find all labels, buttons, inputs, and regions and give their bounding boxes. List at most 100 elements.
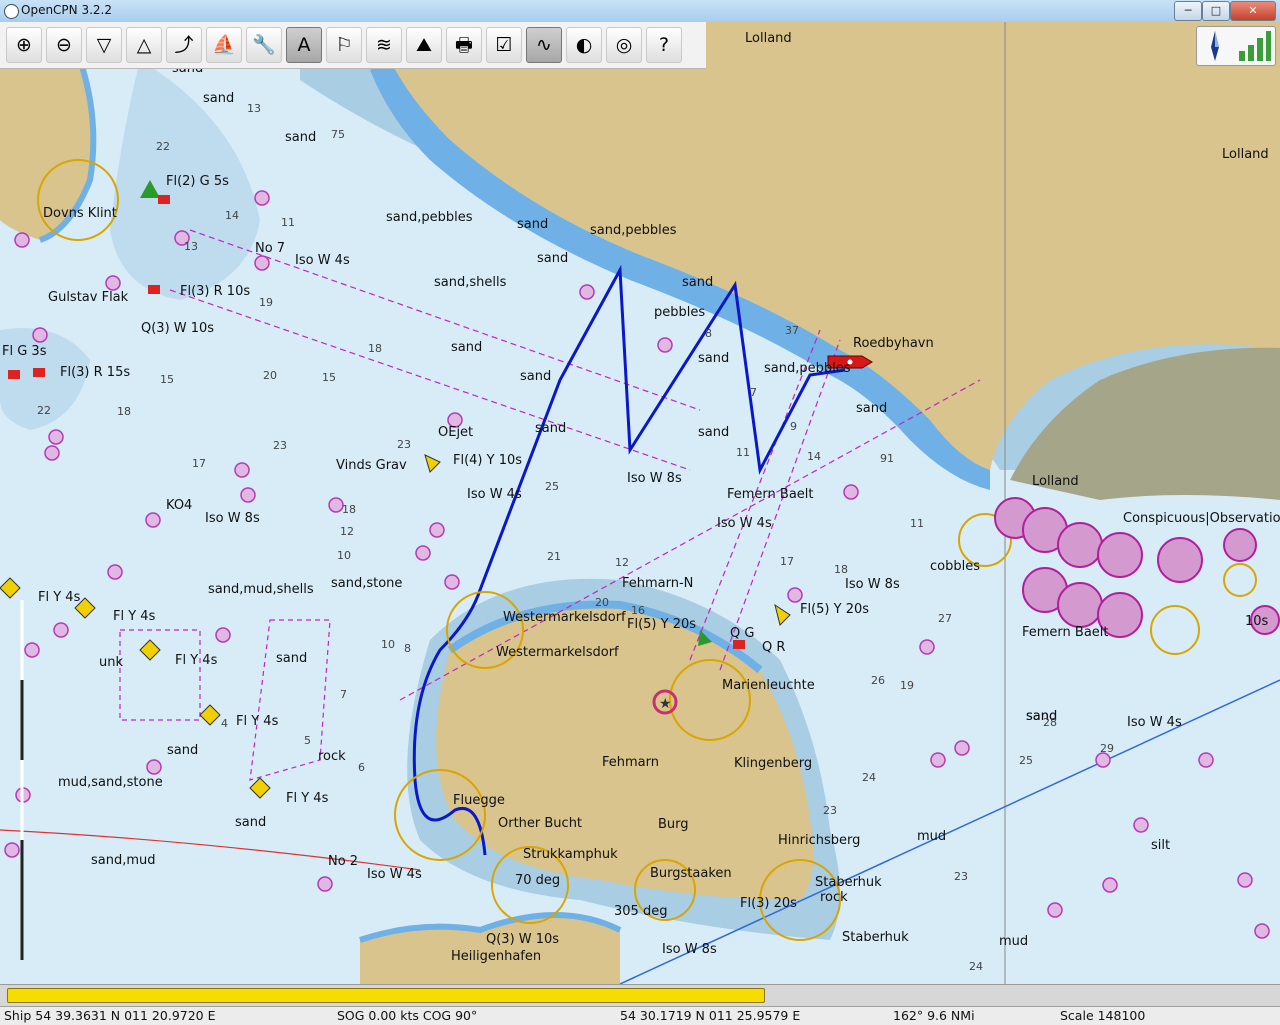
mob-icon: ◎ (615, 34, 633, 56)
seabed-label: silt (1151, 838, 1170, 853)
status-bearing-distance: 162° 9.6 NMi (893, 1008, 975, 1023)
seabed-label: rock (318, 749, 346, 764)
light-characteristic-label: Iso W 8s (845, 577, 900, 592)
seabed-label: sand (167, 743, 198, 758)
light-characteristic-label: Fl(3) R 15s (60, 365, 130, 380)
place-label-orther-bucht: Orther Bucht (498, 816, 582, 831)
scale-in-button[interactable]: ▽ (86, 27, 122, 63)
light-characteristic-label: 70 deg (515, 873, 560, 888)
depth-sounding: 20 (595, 596, 609, 609)
route-manager-button[interactable]: ☑ (486, 27, 522, 63)
place-label-roedbyhavn: Roedbyhavn (853, 336, 934, 351)
light-characteristic-label: 305 deg (614, 904, 667, 919)
light-characteristic-label: Fl Y 4s (113, 609, 156, 624)
text-icon: A (297, 34, 311, 56)
gps-compass-widget[interactable] (1196, 26, 1276, 66)
cm93-button[interactable]: ⛰ (406, 27, 442, 63)
depth-sounding: 22 (37, 404, 51, 417)
svg-text:★: ★ (659, 696, 672, 712)
place-label-burgstaaken: Burgstaaken (650, 866, 732, 881)
compass-north-icon (1211, 31, 1219, 61)
zoom-in-button[interactable]: ⊕ (6, 27, 42, 63)
depth-sounding: 9 (790, 420, 797, 433)
place-label-hinrichsberg: Hinrichsberg (778, 833, 860, 848)
chart-quilt-bar[interactable] (0, 984, 1280, 1007)
depth-sounding: 12 (615, 556, 629, 569)
depth-sounding: 16 (631, 604, 645, 617)
seabed-label: sand (698, 351, 729, 366)
light-characteristic-label: Iso W 4s (1127, 715, 1182, 730)
light-characteristic-label: Iso W 4s (717, 516, 772, 531)
depth-sounding: 7 (340, 688, 347, 701)
route-manager-icon: ☑ (495, 34, 513, 56)
place-label-westermarkelsdorf-2: Westermarkelsdorf (496, 645, 619, 660)
chart-canvas[interactable]: ★ Lolland Lolland Lolland Roedbyhavn Dovns K… (0, 22, 1280, 984)
depth-sounding: 19 (900, 679, 914, 692)
help-button[interactable]: ? (646, 27, 682, 63)
seabed-label: sand (537, 251, 568, 266)
place-label-staberhuk-2: Staberhuk (842, 930, 909, 945)
maximize-button[interactable]: □ (1202, 1, 1230, 21)
status-ship-position: Ship 54 39.3631 N 011 20.9720 E (4, 1008, 216, 1023)
light-characteristic-label: Q(3) W 10s (141, 321, 214, 336)
seabed-label: sand,pebbles (386, 210, 473, 225)
seabed-label: rock (820, 890, 848, 905)
status-scale: Scale 148100 (1060, 1008, 1146, 1023)
light-characteristic-label: Fl G 3s (2, 344, 47, 359)
light-characteristic-label: Fl(3) R 10s (180, 284, 250, 299)
scale-out-button[interactable]: △ (126, 27, 162, 63)
place-label-marienleuchte: Marienleuchte (722, 678, 815, 693)
light-characteristic-label: Q R (762, 640, 785, 655)
zoom-out-button[interactable]: ⊖ (46, 27, 82, 63)
place-label-klingenberg: Klingenberg (734, 756, 812, 771)
route-button[interactable]: ⤴ (166, 27, 202, 63)
place-label-oejet: OEjet (438, 425, 473, 440)
depth-sounding: 8 (705, 327, 712, 340)
depth-sounding: 23 (954, 870, 968, 883)
print-button[interactable]: 🖶 (446, 27, 482, 63)
settings-button[interactable]: 🔧 (246, 27, 282, 63)
minimize-button[interactable]: ─ (1174, 1, 1202, 21)
depth-sounding: 18 (834, 563, 848, 576)
seabed-label: mud (917, 829, 946, 844)
track-button[interactable]: ∿ (526, 27, 562, 63)
place-label-dovns-klint: Dovns Klint (43, 206, 117, 221)
seabed-label: sand (203, 91, 234, 106)
place-label-westermarkelsdorf: Westermarkelsdorf (503, 610, 626, 625)
depth-sounding: 11 (910, 517, 924, 530)
depth-sounding: 14 (807, 450, 821, 463)
depth-sounding: 24 (969, 960, 983, 973)
mob-button[interactable]: ◎ (606, 27, 642, 63)
light-characteristic-label: Q(3) W 10s (486, 932, 559, 947)
auto-follow-button[interactable]: ⛵ (206, 27, 242, 63)
seabed-label: sand (276, 651, 307, 666)
tide-button[interactable]: ≋ (366, 27, 402, 63)
seabed-label: sand,mud,shells (208, 582, 314, 597)
text-button[interactable]: A (286, 27, 322, 63)
place-label-vinds-grav: Vinds Grav (336, 458, 407, 473)
depth-sounding: 18 (368, 342, 382, 355)
light-characteristic-label: Fl Y 4s (286, 791, 329, 806)
close-button[interactable]: ✕ (1230, 1, 1276, 21)
scale-out-icon: △ (136, 34, 152, 56)
depth-sounding: 18 (342, 503, 356, 516)
zoom-in-icon: ⊕ (16, 34, 32, 56)
depth-sounding: 8 (404, 642, 411, 655)
light-characteristic-label: No 2 (328, 854, 358, 869)
light-characteristic-label: Fl(5) Y 20s (800, 602, 869, 617)
depth-sounding: 13 (184, 240, 198, 253)
opencpn-app-icon (4, 4, 19, 19)
color-scheme-button[interactable]: ◐ (566, 27, 602, 63)
depth-sounding: 14 (225, 209, 239, 222)
depth-sounding: 19 (259, 296, 273, 309)
light-characteristic-label: Iso W 4s (367, 867, 422, 882)
depth-sounding: 21 (547, 550, 561, 563)
light-characteristic-label: KO4 (166, 498, 192, 513)
depth-sounding: 6 (358, 761, 365, 774)
current-button[interactable]: ⚐ (326, 27, 362, 63)
light-characteristic-label: Q G (730, 626, 754, 641)
seabed-label: sand (451, 340, 482, 355)
status-bar: Ship 54 39.3631 N 011 20.9720 E SOG 0.00… (0, 1006, 1280, 1025)
seabed-label: sand,pebbles (590, 223, 677, 238)
nautical-chart[interactable]: ★ Lolland Lolland Lolland Roedbyhavn Dovns K… (0, 22, 1280, 984)
